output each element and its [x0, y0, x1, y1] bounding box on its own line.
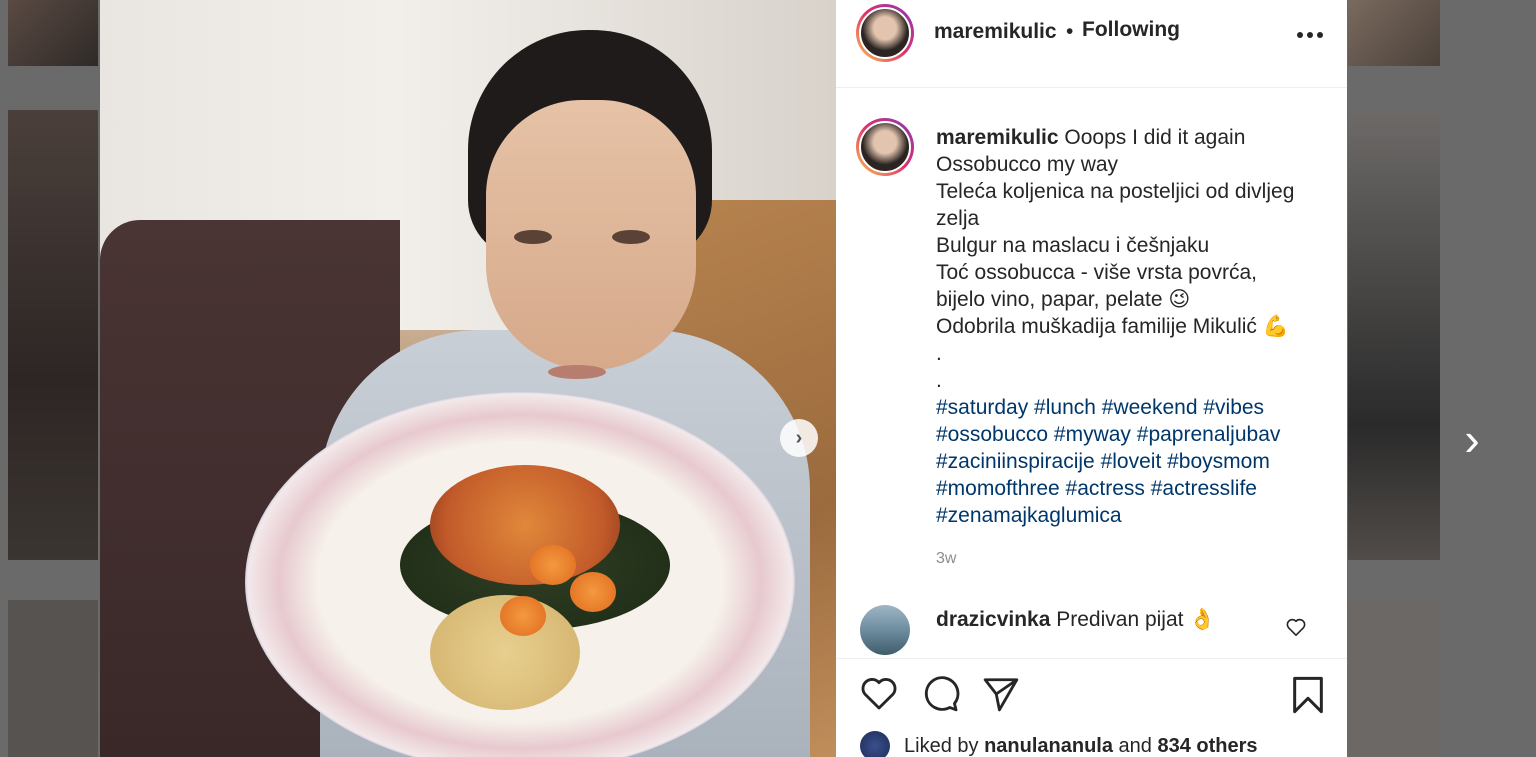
caption-line: Odobrila muškadija familije Mikulić 💪 — [936, 315, 1289, 338]
caption-line: zelja — [936, 207, 980, 230]
background-grid-thumbnail[interactable] — [8, 110, 98, 560]
caption-line: Ossobucco my way — [936, 153, 1119, 176]
caption-line: . — [936, 369, 942, 392]
comment-heart-icon[interactable] — [1286, 618, 1306, 642]
caption-line: Toć ossobucca - više vrsta povrća, — [936, 261, 1257, 284]
commenter-avatar[interactable] — [860, 605, 910, 655]
background-grid-thumbnail[interactable] — [1348, 602, 1440, 757]
comment-text: Predivan pijat 👌 — [1056, 608, 1216, 631]
post-photo[interactable] — [100, 0, 836, 757]
photo-eye — [514, 230, 552, 244]
commenter-username[interactable]: drazicvinka — [936, 608, 1050, 631]
photo-food-meat — [430, 465, 620, 585]
instagram-post-modal-screen: › maremikulic • Following maremikulic Oo… — [0, 0, 1536, 757]
caption-line: Teleća koljenica na posteljici od divlje… — [936, 180, 1295, 203]
hashtag-line[interactable]: #ossobucco #myway #paprenaljubav — [936, 421, 1336, 448]
hashtag-line[interactable]: #zaciniinspiracije #loveit #boysmom — [936, 448, 1336, 475]
photo-carrot — [530, 545, 576, 585]
photo-eye — [612, 230, 650, 244]
paper-plane-icon[interactable] — [982, 675, 1022, 715]
photo-next-button[interactable]: › — [780, 419, 818, 457]
likes-prefix: Liked by — [904, 734, 979, 757]
likes-and: and — [1118, 734, 1152, 757]
hashtag-line[interactable]: #saturday #lunch #weekend #vibes — [936, 394, 1336, 421]
likes-summary: Liked by nanulananula and 834 others — [860, 731, 1258, 757]
caption-line: Bulgur na maslacu i češnjaku — [936, 234, 1210, 257]
photo-mouth — [548, 365, 606, 379]
background-grid-thumbnail[interactable] — [8, 600, 98, 757]
post-header: maremikulic • Following — [836, 0, 1347, 88]
post-timestamp[interactable]: 3w — [936, 550, 956, 568]
photo-carrot — [570, 572, 616, 612]
comment-bubble-icon[interactable] — [922, 675, 962, 715]
hashtag-line[interactable]: #zenamajkaglumica — [936, 502, 1336, 529]
author-avatar[interactable] — [856, 4, 914, 62]
liker-username[interactable]: nanulananula — [984, 735, 1113, 757]
caption-username[interactable]: maremikulic — [936, 126, 1059, 149]
caption-author-avatar[interactable] — [856, 118, 914, 176]
hashtag-line[interactable]: #momofthree #actress #actresslife — [936, 475, 1336, 502]
liker-avatar[interactable] — [860, 731, 890, 757]
caption-line: . — [936, 342, 942, 365]
caption-line: bijelo vino, papar, pelate 😉 — [936, 288, 1191, 311]
more-options-icon[interactable] — [1296, 15, 1324, 46]
background-grid-thumbnail[interactable] — [1348, 0, 1440, 66]
chevron-right-icon: › — [1464, 413, 1480, 465]
likes-others-link[interactable]: 834 others — [1157, 735, 1257, 757]
header-separator: • — [1066, 20, 1074, 43]
heart-icon[interactable] — [860, 675, 900, 715]
background-grid-thumbnail[interactable] — [1348, 110, 1440, 560]
photo-carrot — [500, 596, 546, 636]
post-actions-bar: Liked by nanulananula and 834 others — [836, 658, 1347, 757]
post-hashtags: #saturday #lunch #weekend #vibes #ossobu… — [936, 394, 1336, 529]
bookmark-icon[interactable] — [1290, 675, 1330, 715]
post-side-panel: maremikulic • Following maremikulic Ooop… — [836, 0, 1347, 757]
author-username[interactable]: maremikulic — [934, 20, 1057, 44]
caption-line: Ooops I did it again — [1064, 126, 1246, 149]
next-post-button[interactable]: › — [1452, 414, 1492, 464]
chevron-right-icon: › — [795, 426, 803, 449]
background-grid-thumbnail[interactable] — [8, 0, 98, 66]
post-caption: maremikulic Ooops I did it again Ossobuc… — [936, 124, 1326, 394]
following-button[interactable]: Following — [1082, 18, 1180, 42]
comment-row: drazicvinka Predivan pijat 👌 — [936, 608, 1215, 632]
